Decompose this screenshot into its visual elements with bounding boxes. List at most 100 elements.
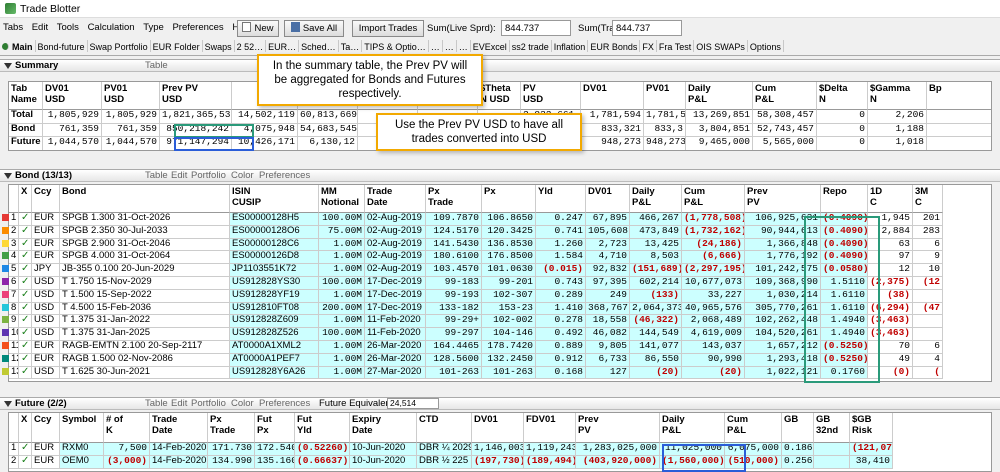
- check-icon[interactable]: ✓: [19, 251, 32, 265]
- tab-18[interactable]: Fra Test: [657, 40, 695, 52]
- menu-tabs[interactable]: Tabs: [0, 19, 26, 36]
- bond-cell[interactable]: 18,558: [586, 315, 630, 329]
- row-color-swatch[interactable]: [2, 239, 9, 247]
- future-menu-preferences[interactable]: Preferences: [259, 398, 310, 409]
- future-cell[interactable]: OEM0: [60, 456, 104, 469]
- bond-cell[interactable]: USD: [32, 366, 60, 380]
- bond-cell[interactable]: SPGB 1.300 31-Oct-2026: [60, 213, 230, 226]
- bond-cell[interactable]: ES00000128H5: [230, 213, 319, 226]
- bond-cell[interactable]: US912828Z526: [230, 328, 319, 341]
- bond-cell[interactable]: 0.889: [536, 341, 586, 354]
- summary-col-header[interactable]: $Gamma N: [868, 82, 927, 110]
- future-equivalent-field[interactable]: 24,514: [387, 398, 439, 409]
- bond-cell[interactable]: 26-Mar-2020: [365, 353, 426, 367]
- bond-cell[interactable]: USD: [32, 315, 60, 329]
- bond-col-header[interactable]: Px: [482, 185, 536, 213]
- bond-cell[interactable]: 1.00M: [319, 341, 365, 354]
- summary-cell[interactable]: Total: [9, 110, 43, 124]
- bond-cell[interactable]: JB-355 0.100 20-Jun-2029: [60, 264, 230, 277]
- bond-cell[interactable]: AT0000A1PEF7: [230, 353, 319, 367]
- bond-cell[interactable]: T 1.500 15-Sep-2022: [60, 289, 230, 303]
- bond-col-header[interactable]: ISIN CUSIP: [230, 185, 319, 213]
- future-cell[interactable]: 0.186: [782, 443, 814, 456]
- tab-12[interactable]: …: [457, 40, 471, 52]
- bond-cell[interactable]: 141,077: [630, 341, 682, 354]
- bond-cell[interactable]: ES00000128O6: [230, 225, 319, 239]
- bond-cell[interactable]: T 4.500 15-Feb-2036: [60, 302, 230, 316]
- bond-cell[interactable]: (1,732,162): [682, 225, 745, 239]
- bond-cell[interactable]: 9: [913, 251, 943, 265]
- bond-cell[interactable]: 141.5430: [426, 238, 482, 252]
- bond-cell[interactable]: 97,395: [586, 277, 630, 290]
- bond-menu-portfolio[interactable]: Portfolio: [191, 170, 226, 181]
- bond-cell[interactable]: 67,895: [586, 213, 630, 226]
- bond-cell[interactable]: 3: [9, 238, 19, 252]
- tab-11[interactable]: …: [443, 40, 457, 52]
- summary-col-header[interactable]: $Theta N USD: [478, 82, 521, 110]
- future-cell[interactable]: (3,000): [104, 456, 150, 469]
- summary-col-header[interactable]: PV01: [644, 82, 686, 110]
- bond-col-header[interactable]: Trade Date: [365, 185, 426, 213]
- tab-0[interactable]: Main: [0, 40, 36, 52]
- future-col-header[interactable]: GB: [782, 413, 814, 443]
- bond-cell[interactable]: 368,767: [586, 302, 630, 316]
- bond-cell[interactable]: 12: [9, 353, 19, 367]
- future-col-header[interactable]: GB 32nd: [814, 413, 850, 443]
- future-cell[interactable]: 134.990: [208, 456, 255, 469]
- future-cell[interactable]: 2: [9, 456, 19, 469]
- bond-cell[interactable]: 100.00M: [319, 277, 365, 290]
- bond-cell[interactable]: 1.584: [536, 251, 586, 265]
- bond-col-header[interactable]: MM Notional: [319, 185, 365, 213]
- future-cell[interactable]: 10-Jun-2020: [350, 443, 417, 456]
- bond-cell[interactable]: (24,186): [682, 238, 745, 252]
- bond-cell[interactable]: 2: [9, 225, 19, 239]
- bond-cell[interactable]: 0.912: [536, 353, 586, 367]
- bond-cell[interactable]: 1.260: [536, 238, 586, 252]
- summary-cell[interactable]: 1,821,365,535: [160, 110, 232, 124]
- bond-cell[interactable]: 104-146: [482, 328, 536, 341]
- bond-cell[interactable]: (2,297,195): [682, 264, 745, 277]
- future-col-header[interactable]: Px Trade: [208, 413, 255, 443]
- row-color-swatch[interactable]: [2, 214, 9, 221]
- future-menu-table[interactable]: Table: [145, 398, 168, 409]
- summary-cell[interactable]: 52,743,457: [753, 123, 817, 137]
- bond-cell[interactable]: RAGB 1.500 02-Nov-2086: [60, 353, 230, 367]
- summary-cell[interactable]: 58,308,457: [753, 110, 817, 124]
- tab-5[interactable]: 2 52…: [235, 40, 267, 52]
- bond-cell[interactable]: 86,550: [630, 353, 682, 367]
- bond-cell[interactable]: US912828Z609: [230, 315, 319, 329]
- bond-cell[interactable]: 124.5170: [426, 225, 482, 239]
- bond-col-header[interactable]: Bond: [60, 185, 230, 213]
- bond-cell[interactable]: SPGB 4.000 31-Oct-2064: [60, 251, 230, 265]
- summary-cell[interactable]: Bond: [9, 123, 43, 137]
- bond-cell[interactable]: US912810FT08: [230, 302, 319, 316]
- bond-cell[interactable]: (0.015): [536, 264, 586, 277]
- summary-cell[interactable]: 54,683,545: [298, 123, 358, 137]
- bond-cell[interactable]: 99-183: [426, 277, 482, 290]
- summary-col-header[interactable]: Daily P&L: [686, 82, 753, 110]
- bond-cell[interactable]: 1.00M: [319, 353, 365, 367]
- bond-cell[interactable]: 8,503: [630, 251, 682, 265]
- bond-menu-preferences[interactable]: Preferences: [259, 170, 310, 181]
- bond-cell[interactable]: 0.247: [536, 213, 586, 226]
- bond-cell[interactable]: 602,214: [630, 277, 682, 290]
- bond-cell[interactable]: 6: [913, 341, 943, 354]
- bond-cell[interactable]: JPY: [32, 264, 60, 277]
- bond-col-header[interactable]: 1D C: [868, 185, 913, 213]
- bond-cell[interactable]: 101.0630: [482, 264, 536, 277]
- bond-cell[interactable]: SPGB 2.350 30-Jul-2033: [60, 225, 230, 239]
- summary-section-header[interactable]: Summary Table: [0, 59, 1000, 72]
- bond-col-header[interactable]: [9, 185, 19, 213]
- bond-cell[interactable]: 201: [913, 213, 943, 226]
- bond-cell[interactable]: 106.8650: [482, 213, 536, 226]
- bond-cell[interactable]: US912828YS30: [230, 277, 319, 290]
- row-color-swatch[interactable]: [2, 342, 9, 349]
- tab-10[interactable]: …: [429, 40, 443, 52]
- menu-type[interactable]: Type: [140, 19, 167, 36]
- bond-cell[interactable]: 176.8500: [482, 251, 536, 265]
- bond-cell[interactable]: 46,082: [586, 328, 630, 341]
- check-icon[interactable]: ✓: [19, 225, 32, 239]
- summary-cell[interactable]: 13,269,851: [686, 110, 753, 124]
- row-color-swatch[interactable]: [2, 265, 9, 273]
- future-cell[interactable]: 7,500: [104, 443, 150, 456]
